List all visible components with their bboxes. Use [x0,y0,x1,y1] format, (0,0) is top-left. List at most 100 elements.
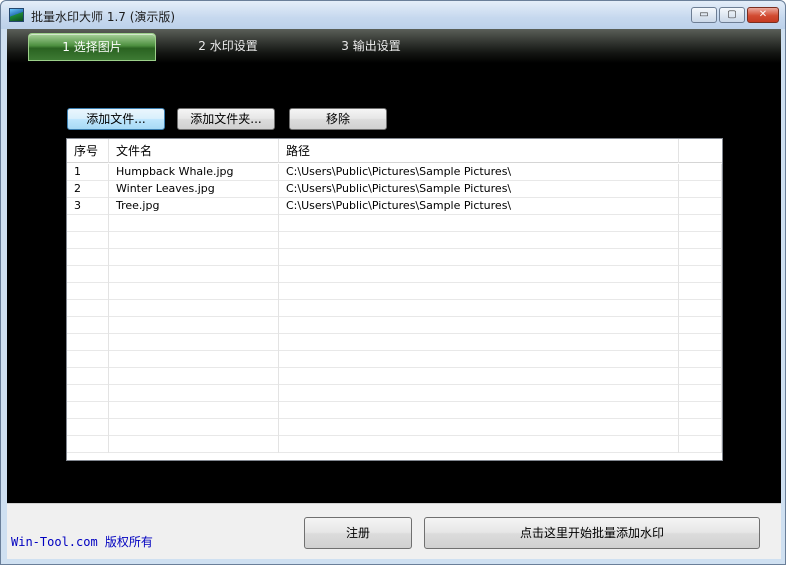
cell-filename: Tree.jpg [109,198,279,215]
cell-filler [679,181,722,198]
empty-cell [109,300,279,317]
empty-cell [67,334,109,351]
cell-path: C:\Users\Public\Pictures\Sample Pictures… [279,181,679,198]
empty-cell [279,402,679,419]
empty-row [67,317,722,334]
empty-cell [279,283,679,300]
close-button[interactable]: ✕ [747,7,779,23]
app-icon [9,8,24,22]
empty-row [67,385,722,402]
empty-cell [279,436,679,453]
empty-cell [67,351,109,368]
cell-path: C:\Users\Public\Pictures\Sample Pictures… [279,198,679,215]
table-header: 序号 文件名 路径 [67,139,722,163]
empty-cell [279,368,679,385]
window-controls: ▭ ▢ ✕ [691,7,779,23]
empty-cell [279,419,679,436]
empty-row [67,436,722,453]
empty-cell [279,317,679,334]
empty-cell [109,215,279,232]
register-button[interactable]: 注册 [304,517,412,549]
empty-cell [679,249,722,266]
add-folder-button[interactable]: 添加文件夹... [177,108,275,130]
cell-path: C:\Users\Public\Pictures\Sample Pictures… [279,164,679,181]
empty-cell [109,436,279,453]
empty-cell [109,317,279,334]
cell-filler [679,164,722,181]
empty-cell [109,232,279,249]
empty-row [67,334,722,351]
tab-watermark-settings[interactable]: 2 水印设置 [178,33,278,61]
empty-row [67,419,722,436]
empty-cell [67,385,109,402]
empty-cell [109,419,279,436]
table-row[interactable]: 2 Winter Leaves.jpg C:\Users\Public\Pict… [67,181,722,198]
empty-cell [679,351,722,368]
cell-filename: Winter Leaves.jpg [109,181,279,198]
table-row[interactable]: 3 Tree.jpg C:\Users\Public\Pictures\Samp… [67,198,722,215]
cell-filename: Humpback Whale.jpg [109,164,279,181]
column-header-path[interactable]: 路径 [279,139,679,163]
empty-cell [679,300,722,317]
empty-row [67,351,722,368]
empty-cell [109,385,279,402]
empty-cell [279,351,679,368]
maximize-button[interactable]: ▢ [719,7,745,23]
empty-row [67,402,722,419]
empty-cell [109,249,279,266]
file-list-table[interactable]: 序号 文件名 路径 1 Humpback Whale.jpg C:\Users\… [66,138,723,461]
client-area: 1 选择图片 2 水印设置 3 输出设置 添加文件... 添加文件夹... 移除… [7,29,781,559]
empty-row [67,283,722,300]
title-bar[interactable]: 批量水印大师 1.7 (演示版) ▭ ▢ ✕ [1,1,785,29]
empty-cell [679,334,722,351]
empty-cell [279,249,679,266]
empty-cell [279,215,679,232]
column-header-filler [679,139,722,163]
column-header-index[interactable]: 序号 [67,139,109,163]
empty-cell [279,232,679,249]
empty-row [67,368,722,385]
column-header-filename[interactable]: 文件名 [109,139,279,163]
empty-cell [679,368,722,385]
empty-cell [679,215,722,232]
table-body: 1 Humpback Whale.jpg C:\Users\Public\Pic… [67,164,722,453]
empty-cell [109,351,279,368]
app-window: 批量水印大师 1.7 (演示版) ▭ ▢ ✕ 1 选择图片 2 水印设置 3 输… [0,0,786,565]
empty-cell [67,402,109,419]
cell-index: 3 [67,198,109,215]
empty-cell [279,334,679,351]
empty-cell [279,385,679,402]
table-row[interactable]: 1 Humpback Whale.jpg C:\Users\Public\Pic… [67,164,722,181]
minimize-button[interactable]: ▭ [691,7,717,23]
empty-cell [679,402,722,419]
empty-cell [109,368,279,385]
cell-index: 2 [67,181,109,198]
empty-cell [109,283,279,300]
start-watermark-button[interactable]: 点击这里开始批量添加水印 [424,517,760,549]
remove-button[interactable]: 移除 [289,108,387,130]
empty-cell [679,232,722,249]
empty-cell [67,249,109,266]
empty-cell [679,419,722,436]
empty-cell [109,266,279,283]
empty-cell [279,266,679,283]
empty-cell [67,317,109,334]
empty-cell [679,283,722,300]
copyright-text: Win-Tool.com 版权所有 [11,535,153,549]
empty-cell [67,300,109,317]
tab-bar: 1 选择图片 2 水印设置 3 输出设置 [7,29,781,63]
tab-output-settings[interactable]: 3 输出设置 [321,33,421,61]
add-file-button[interactable]: 添加文件... [67,108,165,130]
empty-cell [67,368,109,385]
empty-cell [679,385,722,402]
footer-bar: Win-Tool.com 版权所有 注册 点击这里开始批量添加水印 [7,503,781,559]
window-title: 批量水印大师 1.7 (演示版) [31,10,176,24]
empty-cell [67,232,109,249]
empty-cell [679,317,722,334]
empty-row [67,300,722,317]
cell-filler [679,198,722,215]
empty-cell [679,266,722,283]
empty-cell [67,266,109,283]
tab-select-images[interactable]: 1 选择图片 [28,33,156,61]
empty-cell [109,402,279,419]
